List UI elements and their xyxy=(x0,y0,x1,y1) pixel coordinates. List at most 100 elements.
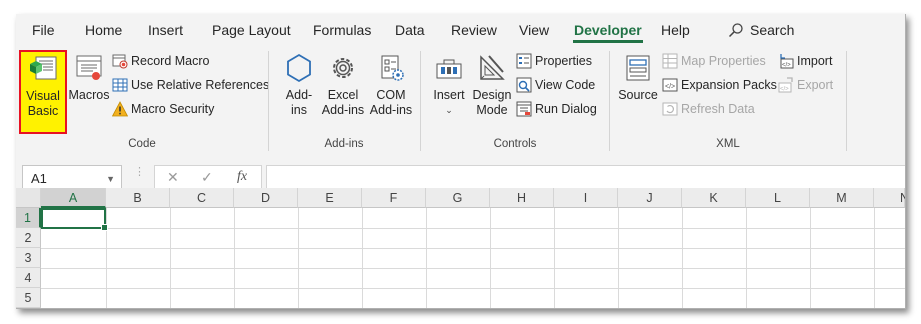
source-button[interactable]: Source xyxy=(616,52,660,103)
properties-button[interactable]: Properties xyxy=(516,51,592,71)
tab-insert[interactable]: Insert xyxy=(148,22,183,38)
run-dialog-button[interactable]: Run Dialog xyxy=(516,99,597,119)
column-header[interactable]: E xyxy=(298,188,362,208)
column-header[interactable]: B xyxy=(106,188,170,208)
macros-icon xyxy=(76,55,102,80)
view-code-button[interactable]: View Code xyxy=(516,75,595,95)
macros-button[interactable]: Macros xyxy=(68,52,110,103)
insert-control-button[interactable]: Insert ⌄ xyxy=(430,52,468,118)
gridline xyxy=(41,248,905,249)
chevron-down-icon[interactable]: ▼ xyxy=(106,174,115,184)
addins-label-1: Add- xyxy=(285,88,313,102)
macro-security-label: Macro Security xyxy=(131,102,215,116)
column-header[interactable]: M xyxy=(810,188,874,208)
tab-page-layout[interactable]: Page Layout xyxy=(212,22,291,38)
excel-window: File Home Insert Page Layout Formulas Da… xyxy=(16,14,906,309)
enter-icon[interactable]: ✓ xyxy=(201,169,213,186)
map-properties-icon xyxy=(662,53,678,69)
resize-handle[interactable]: ⋮ xyxy=(134,167,145,186)
record-macro-label: Record Macro xyxy=(131,54,210,68)
run-dialog-icon xyxy=(516,101,532,117)
macros-label: Macros xyxy=(68,88,110,102)
tab-view[interactable]: View xyxy=(519,22,549,38)
gridline xyxy=(426,208,427,308)
use-relative-references-button[interactable]: Use Relative References xyxy=(112,75,269,95)
column-header[interactable]: H xyxy=(490,188,554,208)
select-all-corner[interactable] xyxy=(16,188,41,208)
gridline xyxy=(682,208,683,308)
tab-help[interactable]: Help xyxy=(661,22,690,38)
insert-function-icon[interactable]: fx xyxy=(237,169,247,185)
import-label: Import xyxy=(797,54,833,68)
expansion-packs-button[interactable]: </> Expansion Packs xyxy=(662,75,777,95)
view-code-label: View Code xyxy=(535,78,596,92)
com-addins-button[interactable]: COM Add-ins xyxy=(366,52,416,118)
svg-text:</>: </> xyxy=(780,87,789,93)
gear-icon xyxy=(333,58,353,78)
column-header[interactable]: C xyxy=(170,188,234,208)
export-button[interactable]: </> Export xyxy=(778,75,833,95)
row-header[interactable]: 3 xyxy=(16,248,41,268)
column-header[interactable]: G xyxy=(426,188,490,208)
row-header[interactable]: 4 xyxy=(16,268,41,288)
column-header[interactable]: F xyxy=(362,188,426,208)
row-header[interactable]: 2 xyxy=(16,228,41,248)
code-group-label: Code xyxy=(128,138,156,150)
tab-file[interactable]: File xyxy=(32,22,55,38)
run-dialog-label: Run Dialog xyxy=(535,102,597,116)
search-box[interactable]: Search xyxy=(728,22,794,38)
expansion-packs-label: Expansion Packs xyxy=(681,78,777,92)
design-mode-label-2: Mode xyxy=(476,103,508,117)
worksheet-grid[interactable]: A B C D E F G H I J K L M N 1 2 3 4 5 xyxy=(16,188,905,308)
expansion-packs-icon: </> xyxy=(662,78,678,92)
com-addins-icon xyxy=(381,55,404,81)
record-macro-button[interactable]: Record Macro xyxy=(112,51,210,71)
row-header[interactable]: 5 xyxy=(16,288,41,308)
insert-control-label: Insert xyxy=(433,88,465,102)
svg-text:</>: </> xyxy=(782,63,791,69)
active-cell[interactable] xyxy=(41,208,108,231)
xml-group-label: XML xyxy=(716,138,740,150)
design-mode-button[interactable]: Design Mode xyxy=(470,52,514,118)
import-button[interactable]: </> Import xyxy=(778,51,832,71)
refresh-data-icon xyxy=(662,102,678,116)
view-code-icon xyxy=(516,77,532,93)
gridline xyxy=(41,288,905,289)
tab-data[interactable]: Data xyxy=(395,22,425,38)
refresh-data-button[interactable]: Refresh Data xyxy=(662,99,755,119)
addins-button[interactable]: Add- ins xyxy=(276,52,322,118)
xml-source-icon xyxy=(626,55,650,81)
group-separator xyxy=(268,51,269,151)
column-header[interactable]: N xyxy=(874,188,905,208)
excel-addins-button[interactable]: Excel Add-ins xyxy=(320,52,366,118)
tab-formulas[interactable]: Formulas xyxy=(313,22,371,38)
macro-security-button[interactable]: Macro Security xyxy=(112,99,214,119)
column-header[interactable]: K xyxy=(682,188,746,208)
search-icon xyxy=(728,23,743,38)
import-icon: </> xyxy=(780,54,794,69)
row-header[interactable]: 1 xyxy=(16,208,41,228)
gridline xyxy=(298,208,299,308)
column-header[interactable]: D xyxy=(234,188,298,208)
column-header[interactable]: A xyxy=(41,188,106,208)
column-header[interactable]: I xyxy=(554,188,618,208)
source-label: Source xyxy=(618,88,658,102)
gridline xyxy=(170,208,171,308)
gridline xyxy=(554,208,555,308)
relative-references-icon xyxy=(112,78,128,92)
cancel-icon[interactable]: ✕ xyxy=(167,169,179,186)
design-mode-label-1: Design xyxy=(472,88,512,102)
tab-review[interactable]: Review xyxy=(451,22,497,38)
controls-group-label: Controls xyxy=(493,138,537,150)
chevron-down-icon: ⌄ xyxy=(445,105,453,115)
record-macro-icon xyxy=(112,54,128,69)
tab-home[interactable]: Home xyxy=(85,22,122,38)
column-header[interactable]: L xyxy=(746,188,810,208)
visual-basic-button[interactable]: Visual Basic xyxy=(19,53,67,119)
addins-group-label: Add-ins xyxy=(324,138,364,150)
column-header[interactable]: J xyxy=(618,188,682,208)
tab-developer[interactable]: Developer xyxy=(573,22,643,43)
map-properties-button[interactable]: Map Properties xyxy=(662,51,766,71)
group-separator xyxy=(420,51,421,151)
refresh-data-label: Refresh Data xyxy=(681,102,755,116)
